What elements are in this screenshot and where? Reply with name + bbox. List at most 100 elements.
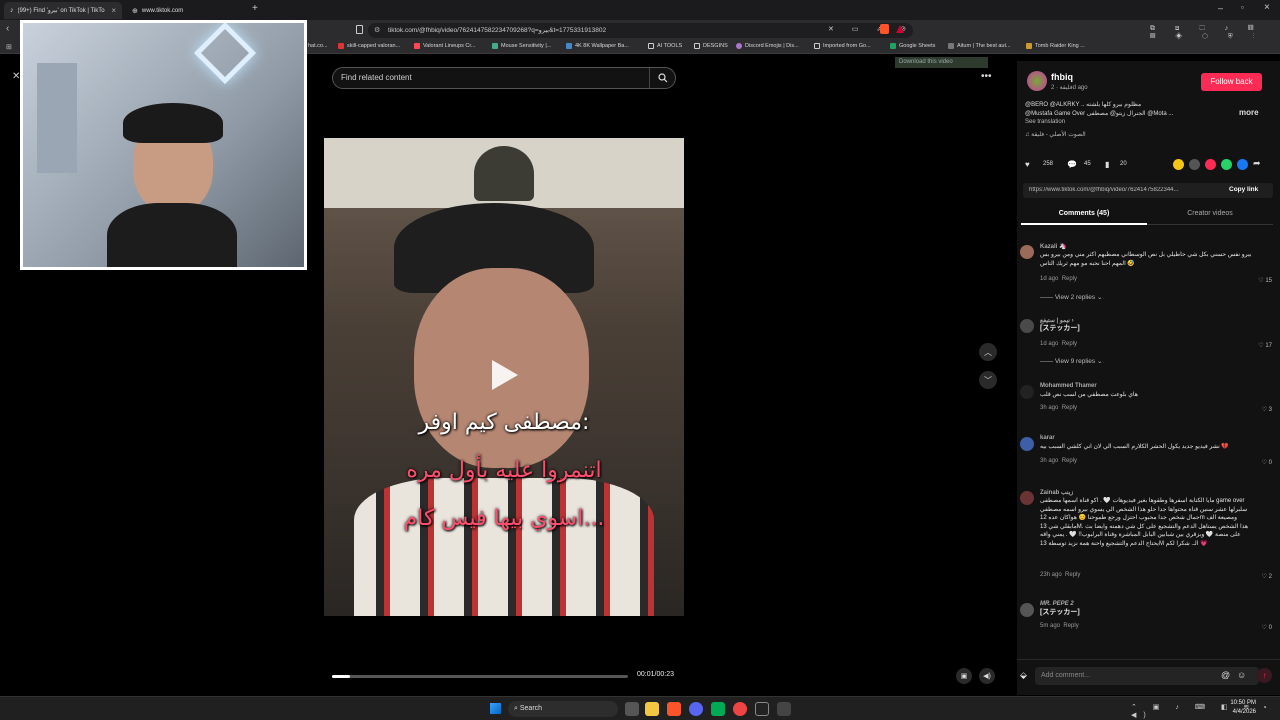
comment-avatar[interactable] [1020, 245, 1034, 259]
comment-avatar[interactable] [1020, 437, 1034, 451]
comment-author[interactable]: Zainab زينب [1040, 489, 1073, 496]
next-video-button[interactable]: ﹀ [979, 371, 997, 389]
app-icon[interactable] [755, 702, 769, 716]
comment-input[interactable]: Add comment... @ ☺ [1035, 667, 1259, 685]
tab-creator-videos[interactable]: Creator videos [1147, 207, 1273, 225]
comment-author[interactable]: Kazali 🦄 [1040, 243, 1066, 250]
bookmark-folder[interactable]: Imported from Go... [814, 43, 871, 49]
bookmark-item[interactable]: skill-capped valoran... [338, 43, 400, 49]
close-icon[interactable]: × [111, 6, 116, 15]
tab-tiktok[interactable]: ♪ (99+) Find 'بيرو' on TikTok | TikTo × [4, 2, 122, 19]
pip-button[interactable]: ▣ [956, 668, 972, 684]
extension-icons[interactable]: ⧉ ⧈ ⬚ ♪ ▥ ▤ ◈ ⬡ ⛨ ⋮ [1150, 25, 1280, 41]
bookmark-favicon [736, 43, 742, 49]
file-explorer-icon[interactable] [645, 702, 659, 716]
more-link[interactable]: more [1239, 108, 1259, 117]
window-close-button[interactable]: × [1264, 2, 1270, 13]
bookmark-folder[interactable]: DESGINS [694, 43, 728, 49]
back-icon[interactable]: ‹ [6, 23, 9, 34]
view-replies-button[interactable]: View 9 replies [1055, 358, 1095, 365]
see-translation-link[interactable]: See translation [1025, 119, 1065, 125]
tab-tiktok-2[interactable]: ⊕ www.tiktok.com [126, 2, 244, 19]
copy-link-button[interactable]: Copy link [1229, 186, 1258, 193]
previous-video-button[interactable]: ︿ [979, 343, 997, 361]
app-icon[interactable] [733, 702, 747, 716]
comment-icon[interactable]: 💬 [1067, 160, 1077, 169]
comment-author[interactable]: نيمو | ستيفع › [1040, 317, 1074, 324]
mention-icon[interactable]: @ [1221, 670, 1230, 680]
whatsapp-icon[interactable] [1221, 159, 1232, 170]
task-view-icon[interactable] [625, 702, 639, 716]
volume-button[interactable]: ◀) [979, 668, 995, 684]
discord-icon[interactable] [689, 702, 703, 716]
like-icon[interactable]: ♥ [1025, 160, 1030, 169]
reply-button[interactable]: Reply [1063, 623, 1078, 629]
taskbar-search[interactable]: ⌕ Search [508, 701, 618, 717]
download-video-banner[interactable]: Download this video [895, 57, 988, 68]
comment-avatar[interactable] [1020, 385, 1034, 399]
comment-avatar[interactable] [1020, 603, 1034, 617]
reply-button[interactable]: Reply [1062, 405, 1077, 411]
view-replies-button[interactable]: View 2 replies [1055, 294, 1095, 301]
comment-item: karar نشر فيديو جديد يكول الحشر الكلارم … [1017, 435, 1272, 471]
bookmark-partial[interactable]: hat.co... [308, 43, 328, 49]
brave-browser-icon[interactable] [667, 702, 681, 716]
notification-icon[interactable]: ◔ [1262, 703, 1267, 712]
comment-author[interactable]: Mohammed Thamer [1040, 383, 1097, 389]
more-options-icon[interactable]: ••• [981, 71, 992, 82]
heart-icon[interactable]: ♡ [1262, 460, 1267, 466]
heart-icon[interactable]: ♡ [1262, 625, 1267, 631]
bookmark-folder[interactable]: AI TOOLS [648, 43, 682, 49]
comment-author[interactable]: karar [1040, 435, 1055, 441]
minimize-button[interactable]: – [1218, 3, 1223, 13]
app-icon[interactable] [777, 702, 791, 716]
comment-avatar[interactable] [1020, 319, 1034, 333]
bookmark-icon[interactable]: ▮ [1105, 160, 1109, 169]
post-comment-button[interactable]: ↑ [1257, 668, 1272, 683]
heart-icon[interactable]: ♡ [1262, 574, 1267, 580]
share-icon[interactable]: ➦ [1253, 158, 1261, 169]
heart-icon[interactable]: ♡ [1258, 278, 1263, 284]
play-icon[interactable] [492, 360, 518, 390]
follow-back-button[interactable]: Follow back [1201, 73, 1262, 91]
new-tab-button[interactable]: + [252, 3, 258, 14]
windows-start-icon[interactable] [490, 703, 501, 714]
system-tray-icons[interactable]: ⌃ ▣ ♪ ⌨ ◧ ≋ ◀) [1131, 703, 1280, 719]
reply-button[interactable]: Reply [1065, 572, 1080, 578]
brave-rewards-icon[interactable] [896, 25, 904, 33]
bookmark-item[interactable]: Aitum | The best aut... [948, 43, 1011, 49]
bookmark-item[interactable]: Tomb Raider King ... [1026, 43, 1085, 49]
related-search-input[interactable]: Find related content [332, 67, 676, 89]
heart-icon[interactable]: ♡ [1258, 343, 1263, 349]
sound-row[interactable]: ♫ الصوت الأصلي - فليقة [1025, 131, 1086, 138]
video-player[interactable]: مصطفى كيم اوفر: اتنمروا عليه بأول مره اس… [324, 138, 684, 616]
video-progress-bar[interactable] [332, 675, 628, 678]
reply-button[interactable]: Reply [1062, 341, 1077, 347]
user-avatar-icon[interactable]: ⬙ [1020, 670, 1027, 681]
tab-comments[interactable]: Comments (45) [1021, 207, 1147, 225]
brave-shield-icon[interactable] [880, 24, 889, 34]
embed-icon[interactable] [1189, 159, 1200, 170]
repost-icon[interactable] [1173, 159, 1184, 170]
comment-avatar[interactable] [1020, 491, 1034, 505]
reply-button[interactable]: Reply [1062, 458, 1077, 464]
video-link[interactable]: https://www.tiktok.com/@fhbiq/video/7624… [1029, 187, 1214, 193]
bookmark-item[interactable]: 4K 8K Wallpaper Ba... [566, 43, 629, 49]
author-name[interactable]: fhbiq [1051, 72, 1073, 82]
bookmark-item[interactable]: Google Sheets [890, 43, 935, 49]
search-icon[interactable] [649, 68, 675, 88]
facebook-icon[interactable] [1237, 159, 1248, 170]
comment-author[interactable]: MR. PEPE 2 [1040, 601, 1074, 607]
reply-button[interactable]: Reply [1062, 276, 1077, 282]
bookmark-item[interactable]: Discord Emojis | Dis... [736, 43, 799, 49]
bookmark-item[interactable]: Valorant Lineups Cr... [414, 43, 475, 49]
maximize-button[interactable]: ▫ [1241, 3, 1244, 12]
bookmark-page-icon[interactable] [356, 25, 363, 34]
send-icon[interactable] [1205, 159, 1216, 170]
apps-icon[interactable]: ⊞ [6, 43, 12, 51]
author-avatar[interactable] [1027, 71, 1047, 91]
bookmark-item[interactable]: Mouse Sensitivity |... [492, 43, 551, 49]
app-icon[interactable] [711, 702, 725, 716]
emoji-icon[interactable]: ☺ [1237, 670, 1246, 680]
heart-icon[interactable]: ♡ [1262, 407, 1267, 413]
